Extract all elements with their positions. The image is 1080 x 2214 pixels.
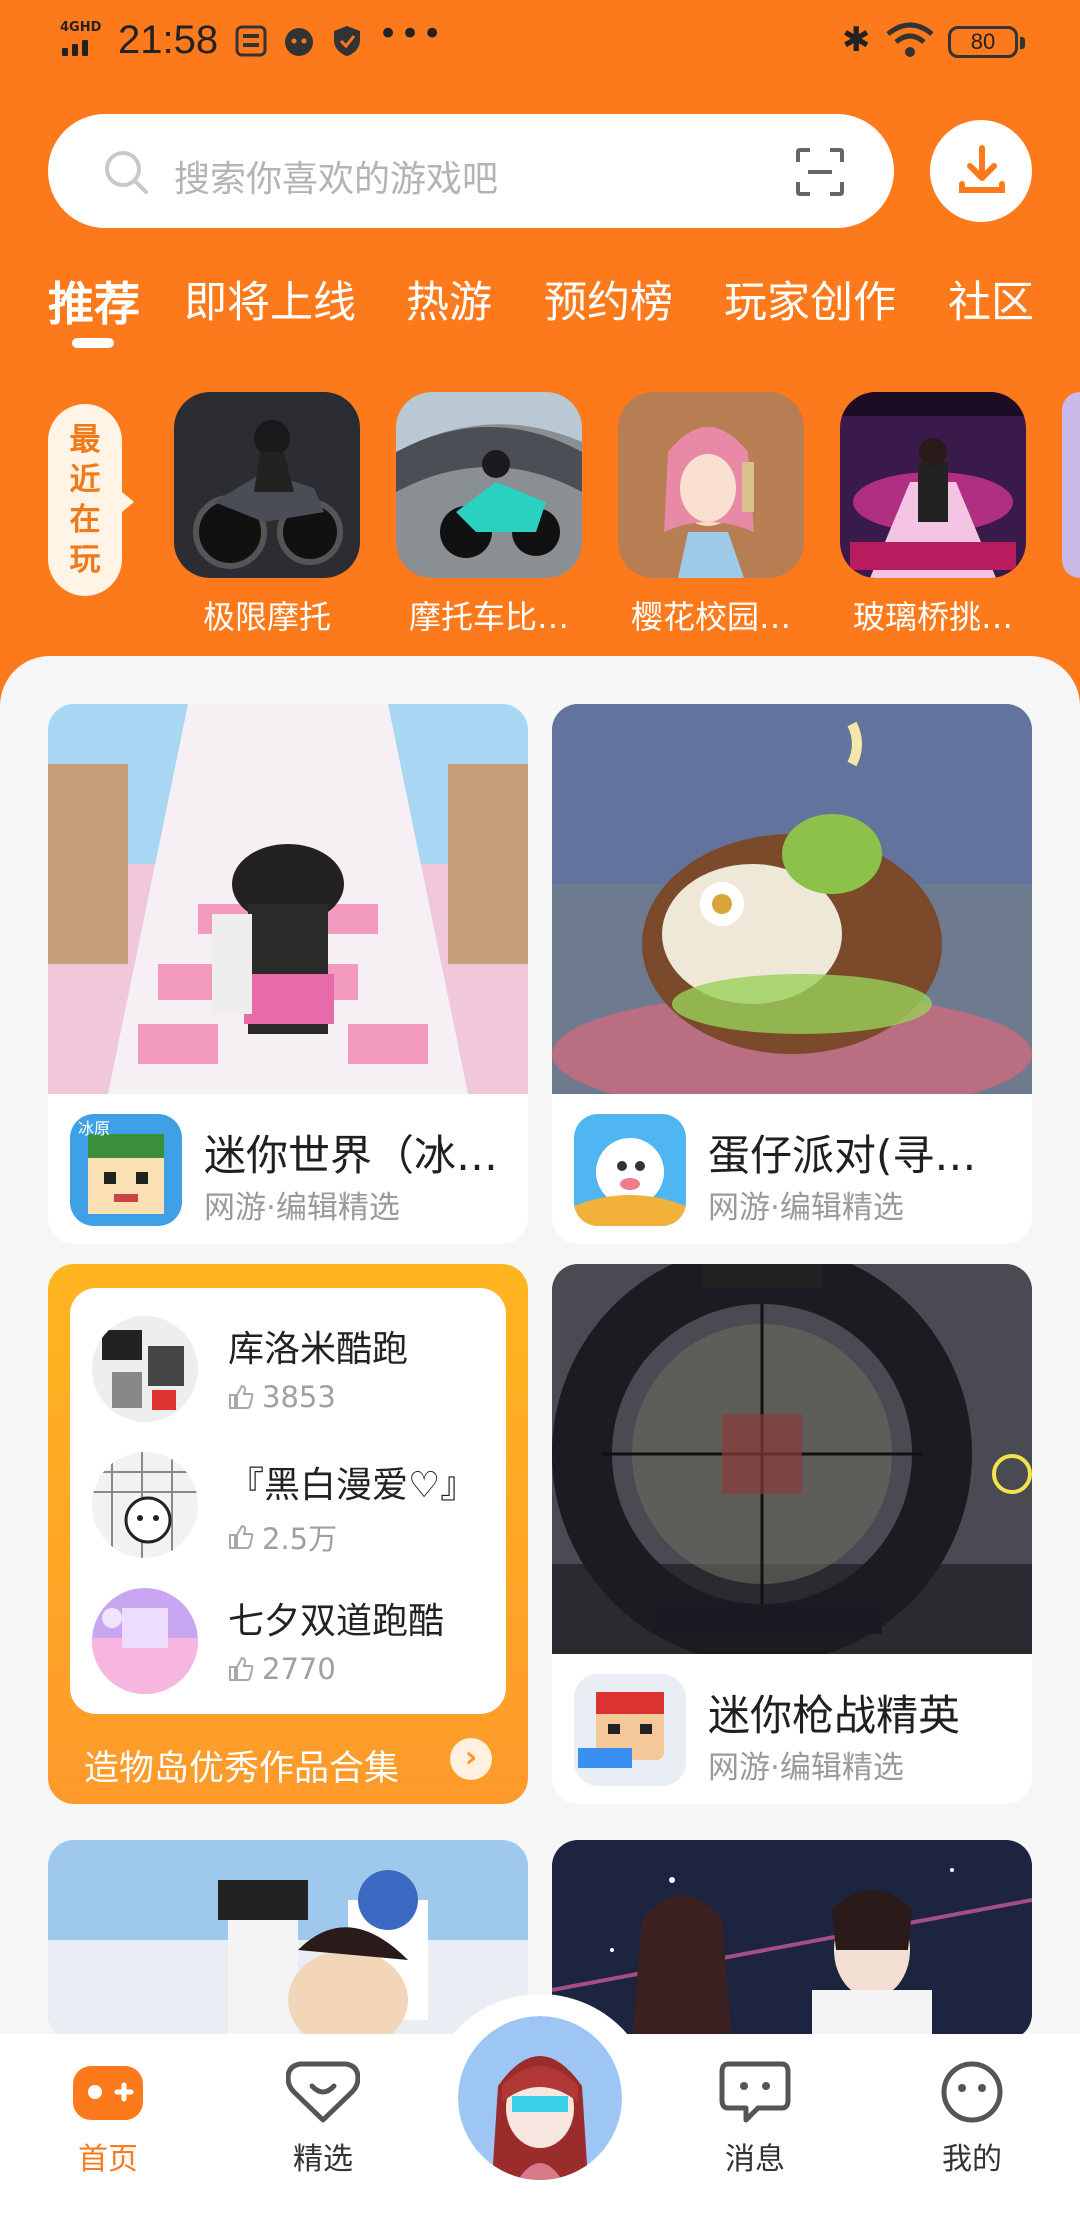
collection-item[interactable]: 七夕双道跑酷 2770 bbox=[92, 1588, 492, 1698]
search-icon bbox=[105, 151, 148, 194]
nav-messages-label: 消息 bbox=[725, 2142, 785, 2177]
recent-game-image bbox=[618, 392, 804, 578]
game-card[interactable] bbox=[48, 1840, 528, 2040]
collection-item-avatar bbox=[92, 1316, 198, 1422]
recent-game-name: 摩托车比… bbox=[408, 598, 569, 636]
recent-game[interactable]: 玻璃桥挑… bbox=[840, 392, 1026, 638]
nav-featured-label: 精选 bbox=[293, 2142, 353, 2177]
game-screenshot bbox=[552, 1264, 1032, 1654]
collection-item-title: 『黑白漫爱♡』 bbox=[228, 1465, 477, 1506]
download-button[interactable] bbox=[930, 120, 1032, 222]
tab-recommend[interactable]: 推荐 bbox=[48, 268, 140, 334]
collection-item-avatar bbox=[92, 1452, 198, 1558]
game-screenshot bbox=[48, 1840, 528, 2040]
collection-item[interactable]: 库洛米酷跑 3853 bbox=[92, 1316, 492, 1426]
game-subtitle: 网游·编辑精选 bbox=[204, 1190, 400, 1226]
status-bar: 4GHD 21:58 ••• ✱ 80 bbox=[0, 0, 1080, 84]
game-title: 迷你世界（冰… bbox=[204, 1131, 499, 1180]
collection-item[interactable]: 『黑白漫爱♡』 2.5万 bbox=[92, 1452, 492, 1562]
nav-messages[interactable]: 消息 bbox=[695, 2060, 815, 2178]
recent-game[interactable]: 极限摩托 bbox=[174, 392, 360, 638]
game-screenshot bbox=[552, 1840, 1032, 2040]
recent-game[interactable]: 摩托车比… bbox=[396, 392, 582, 638]
game-icon bbox=[574, 1674, 686, 1786]
tab-hot[interactable]: 热游 bbox=[406, 268, 492, 330]
signal-icon: 4GHD bbox=[60, 20, 110, 60]
gamepad-icon bbox=[73, 2066, 143, 2120]
search-placeholder: 搜索你喜欢的游戏吧 bbox=[174, 159, 499, 200]
shield-icon bbox=[334, 26, 360, 56]
network-label: 4GHD bbox=[60, 20, 102, 35]
search-bar[interactable]: 搜索你喜欢的游戏吧 bbox=[48, 114, 894, 228]
nav-profile-label: 我的 bbox=[942, 2142, 1002, 2177]
download-icon bbox=[959, 145, 1005, 193]
collection-item-likes: 2.5万 bbox=[228, 1516, 337, 1558]
recent-game-image bbox=[396, 392, 582, 578]
thumbs-up-icon bbox=[229, 1656, 254, 1681]
recent-game-image bbox=[840, 392, 1026, 578]
nav-home-label: 首页 bbox=[78, 2142, 138, 2177]
recent-game-partial[interactable] bbox=[1062, 392, 1080, 578]
thumbs-up-icon bbox=[229, 1524, 254, 1549]
game-card[interactable] bbox=[552, 1840, 1032, 2040]
tab-community[interactable]: 社区 bbox=[948, 268, 1034, 330]
recent-game-image bbox=[174, 392, 360, 578]
scan-icon[interactable] bbox=[794, 146, 846, 198]
game-card[interactable]: 蛋仔派对(寻秘… 网游·编辑精选 bbox=[552, 704, 1032, 1244]
nav-home[interactable]: 首页 bbox=[48, 2060, 168, 2178]
nav-featured[interactable]: 精选 bbox=[263, 2060, 383, 2178]
thumbs-up-icon bbox=[229, 1384, 254, 1409]
recent-game-name: 玻璃桥挑… bbox=[852, 598, 1013, 636]
status-time: 21:58 bbox=[118, 18, 219, 62]
more-status-icon: ••• bbox=[378, 14, 445, 54]
game-title: 蛋仔派对(寻秘… bbox=[708, 1131, 1008, 1180]
center-avatar-button[interactable] bbox=[452, 2010, 628, 2186]
collection-item-likes: 3853 bbox=[228, 1380, 336, 1414]
battery-icon: 80 bbox=[948, 26, 1025, 58]
collection-title: 造物岛优秀作品合集 bbox=[84, 1749, 400, 1789]
collection-item-likes: 2770 bbox=[228, 1652, 336, 1686]
collection-item-title: 库洛米酷跑 bbox=[228, 1329, 409, 1370]
game-title: 迷你枪战精英 bbox=[708, 1691, 961, 1740]
svg-text:冰原: 冰原 bbox=[78, 1119, 110, 1138]
tab-player-creations[interactable]: 玩家创作 bbox=[724, 268, 896, 330]
chevron-right-icon[interactable]: › bbox=[450, 1738, 492, 1780]
game-icon: 冰原 bbox=[70, 1114, 182, 1226]
face-icon bbox=[285, 28, 313, 56]
collection-item-title: 七夕双道跑酷 bbox=[228, 1601, 445, 1642]
game-card[interactable]: 冰原 迷你世界（冰… 网游·编辑精选 bbox=[48, 704, 528, 1244]
recent-label: 最近在玩 bbox=[48, 404, 134, 596]
smiley-icon bbox=[941, 2061, 1003, 2123]
recent-game-name: 极限摩托 bbox=[202, 598, 331, 636]
game-subtitle: 网游·编辑精选 bbox=[708, 1190, 904, 1226]
sim-card-icon bbox=[235, 25, 267, 57]
bluetooth-icon: ✱ bbox=[842, 20, 871, 60]
chat-icon bbox=[719, 2061, 791, 2123]
collection-item-avatar bbox=[92, 1588, 198, 1694]
heart-badge-icon bbox=[285, 2061, 361, 2123]
wifi-icon bbox=[886, 22, 934, 57]
creations-collection[interactable]: 库洛米酷跑 3853 『黑白漫爱♡』 2.5万 七夕双道跑酷 2770 造物岛优… bbox=[48, 1264, 528, 1804]
tab-coming-soon[interactable]: 即将上线 bbox=[184, 268, 356, 330]
tab-indicator bbox=[72, 338, 114, 348]
collection-list: 库洛米酷跑 3853 『黑白漫爱♡』 2.5万 七夕双道跑酷 2770 bbox=[70, 1288, 506, 1714]
game-icon bbox=[574, 1114, 686, 1226]
game-subtitle: 网游·编辑精选 bbox=[708, 1750, 904, 1786]
tab-reserve-chart[interactable]: 预约榜 bbox=[544, 268, 673, 330]
recent-game[interactable]: 樱花校园… bbox=[618, 392, 804, 638]
nav-profile[interactable]: 我的 bbox=[912, 2060, 1032, 2178]
recent-game-name: 樱花校园… bbox=[630, 598, 791, 636]
game-screenshot bbox=[552, 704, 1032, 1094]
game-screenshot bbox=[48, 704, 528, 1094]
game-card[interactable]: 迷你枪战精英 网游·编辑精选 bbox=[552, 1264, 1032, 1804]
